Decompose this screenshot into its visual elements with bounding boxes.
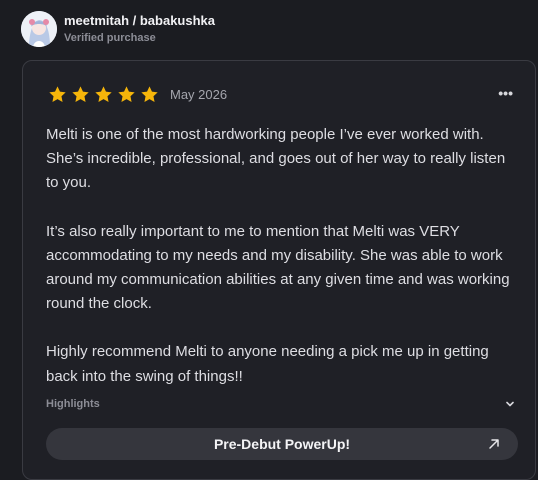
- review-date: May 2026: [170, 87, 228, 102]
- star-icon: [94, 85, 113, 104]
- review-card: May 2026 ••• Melti is one of the most ha…: [22, 60, 536, 480]
- review-paragraph: Melti is one of the most hardworking peo…: [46, 126, 506, 192]
- review-paragraph: Highly recommend Melti to anyone needing…: [46, 343, 489, 385]
- star-icon: [71, 85, 90, 104]
- reviewer-header: meetmitah / babakushka Verified purchase: [21, 11, 215, 47]
- reviewer-name[interactable]: meetmitah / babakushka: [64, 13, 215, 29]
- chevron-down-icon[interactable]: [504, 398, 516, 410]
- review-body: Melti is one of the most hardworking peo…: [46, 123, 514, 413]
- star-icon: [117, 85, 136, 104]
- more-options-button[interactable]: •••: [498, 86, 513, 100]
- rating-row: May 2026: [48, 85, 227, 104]
- star-rating: [48, 85, 163, 104]
- product-link-button[interactable]: Pre-Debut PowerUp!: [46, 428, 518, 460]
- highlights-label: Highlights: [46, 398, 100, 410]
- star-icon: [140, 85, 159, 104]
- verified-purchase-label: Verified purchase: [64, 32, 156, 44]
- star-icon: [48, 85, 67, 104]
- avatar[interactable]: [21, 11, 57, 47]
- highlights-row[interactable]: Highlights: [46, 398, 516, 410]
- arrow-up-right-icon: [487, 437, 501, 451]
- review-paragraph: It’s also really important to me to ment…: [46, 222, 510, 313]
- product-label: Pre-Debut PowerUp!: [213, 436, 351, 452]
